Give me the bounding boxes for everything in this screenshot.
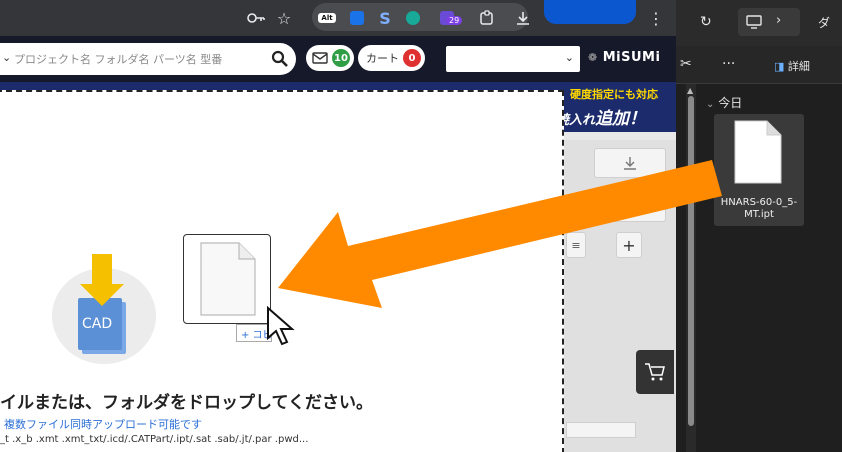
teal-extension-icon[interactable] — [402, 6, 424, 30]
account-select[interactable]: ⌄ — [446, 46, 580, 72]
s-extension-icon[interactable]: S — [374, 6, 396, 30]
logo-mark-icon: ❁ — [588, 51, 598, 64]
badge-extension-icon[interactable]: 29 — [434, 6, 463, 30]
cart-icon — [645, 363, 665, 381]
group-label: 今日 — [718, 96, 743, 110]
banner-stripe — [0, 82, 556, 90]
supported-extensions: _t .x_b .xmt .xmt_txt/.icd/.CATPart/.ipt… — [0, 434, 309, 445]
details-button[interactable]: ◨ 詳細 — [774, 58, 810, 74]
file-name: HNARS-60-0_5-MT.ipt — [720, 197, 798, 220]
details-label: 詳細 — [787, 60, 810, 73]
floating-cart-button[interactable] — [636, 350, 674, 394]
scroll-up-icon[interactable]: ▲ — [687, 86, 693, 95]
profile-button[interactable] — [544, 0, 636, 24]
misumi-logo[interactable]: ❁ MiSUMi — [588, 50, 660, 65]
messages-badge: 10 — [332, 49, 350, 67]
chevron-down-icon: ⌄ — [706, 99, 715, 110]
cad-label: CAD — [82, 316, 112, 332]
scrollbar-thumb[interactable] — [688, 96, 694, 426]
monitor-icon — [746, 15, 762, 29]
file-icon — [734, 120, 782, 184]
download-button[interactable] — [594, 148, 666, 178]
explorer-title-partial: ダ — [818, 16, 831, 30]
explorer-command-bar — [676, 46, 842, 84]
chevron-down-icon: ⌄ — [564, 51, 574, 64]
search-input[interactable]: ⌄ プロジェクト名 フォルダ名 パーツ名 型番 — [0, 43, 296, 75]
file-explorer-window — [676, 0, 842, 452]
download-icon — [624, 157, 636, 170]
banner-line-2: 焼入れ追加！ — [556, 104, 646, 129]
details-pane-icon: ◨ — [774, 60, 785, 73]
file-icon — [200, 242, 256, 316]
screenshot-stage: ☆ Alt S 29 ⋮ ⌄ プロジェクト名 フォルダ名 パーツ名 型番 10 … — [0, 0, 842, 452]
list-icon[interactable]: ≡ — [566, 232, 586, 258]
refresh-icon[interactable]: ↻ — [700, 14, 712, 30]
extensions-puzzle-icon[interactable] — [476, 6, 498, 30]
add-icon[interactable]: + — [616, 232, 642, 258]
panel-button[interactable] — [594, 196, 666, 222]
search-placeholder: プロジェクト名 フォルダ名 パーツ名 型番 — [14, 53, 223, 66]
promo-banner[interactable]: 硬度指定にも対応 焼入れ追加！ — [556, 82, 676, 132]
cut-icon[interactable]: ✂ — [680, 56, 692, 72]
alt-extension-label: Alt — [318, 13, 336, 23]
key-icon[interactable] — [244, 6, 268, 30]
group-header-today[interactable]: ⌄ 今日 — [706, 94, 742, 111]
chevron-right-icon: › — [776, 13, 782, 28]
banner-line-1: 硬度指定にも対応 — [570, 88, 658, 101]
site-header: ⌄ プロジェクト名 フォルダ名 パーツ名 型番 10 カート 0 ⌄ ❁ MiS… — [0, 36, 676, 82]
messages-button[interactable]: 10 — [306, 45, 354, 71]
background-side-panel — [562, 140, 676, 452]
translate-extension-icon[interactable] — [346, 6, 368, 30]
search-icon[interactable] — [268, 47, 292, 71]
extension-badge: 29 — [446, 16, 463, 25]
drop-instruction-title: イルまたは、フォルダをドロップしてください。 — [0, 393, 373, 413]
cart-badge: 0 — [403, 49, 421, 67]
alt-extension-icon[interactable]: Alt — [316, 6, 338, 30]
view-toggle-button[interactable]: › — [738, 8, 800, 36]
more-options-icon[interactable]: ··· — [722, 56, 735, 72]
drop-instruction-subtitle: 複数ファイル同時アップロード可能です — [4, 418, 202, 431]
kebab-menu-icon[interactable]: ⋮ — [648, 6, 664, 30]
cart-label: カート — [366, 52, 399, 65]
browser-toolbar: ☆ Alt S 29 ⋮ — [0, 0, 676, 36]
cart-button[interactable]: カート 0 — [358, 45, 425, 71]
download-icon[interactable] — [512, 6, 534, 30]
banner-line-2-big: 追加！ — [595, 109, 647, 129]
mail-icon — [312, 52, 328, 64]
bookmark-star-icon[interactable]: ☆ — [272, 6, 296, 30]
search-scope-chevron-icon[interactable]: ⌄ — [2, 51, 11, 64]
cad-upload-icon: CAD — [78, 254, 126, 354]
mouse-cursor-icon — [267, 306, 295, 346]
horizontal-scrollbar[interactable] — [566, 422, 636, 438]
logo-text: MiSUMi — [602, 50, 661, 65]
